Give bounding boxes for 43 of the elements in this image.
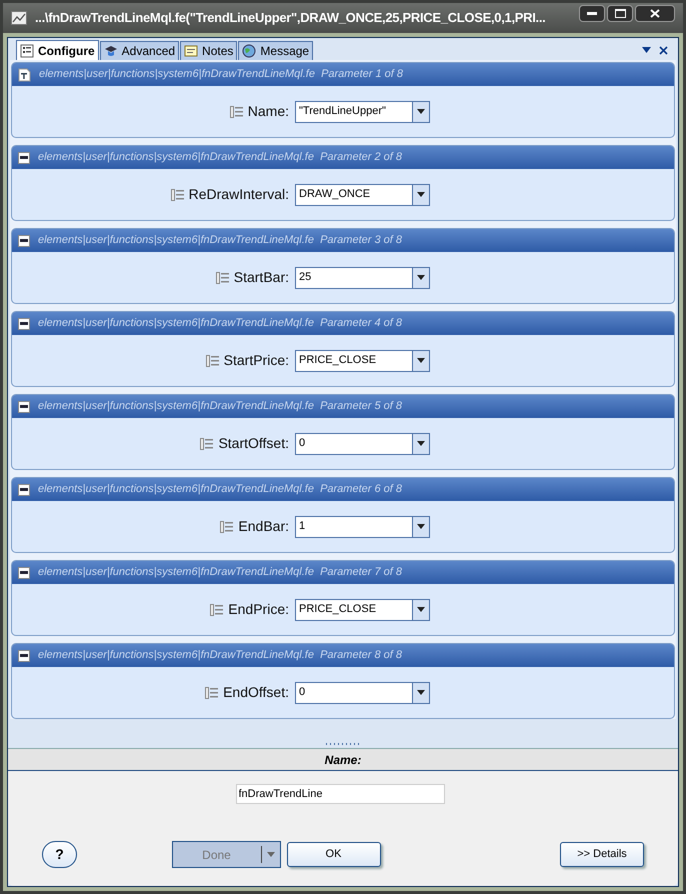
panel-header-text: elements|user|functions|system6|fnDrawTrendLineMql.fe Parameter 2 of 8 — [38, 150, 402, 166]
value-dropdown[interactable]: "TrendLineUpper" — [295, 100, 430, 122]
dropdown-value: PRICE_CLOSE — [298, 353, 378, 368]
value-dropdown[interactable]: 0 — [295, 432, 430, 454]
tab[interactable]: Advanced — [100, 41, 180, 60]
panel-header-text: elements|user|functions|system6|fnDrawTrendLineMql.fe Parameter 8 of 8 — [38, 648, 402, 664]
name-field[interactable]: fnDrawTrendLine — [236, 784, 444, 804]
parameter-label: StartOffset: — [218, 434, 289, 453]
value-dropdown[interactable]: PRICE_CLOSE — [295, 350, 430, 372]
panel-header-text: elements|user|functions|system6|fnDrawTrendLineMql.fe Parameter 6 of 8 — [38, 482, 402, 498]
value-dropdown[interactable]: 0 — [295, 682, 430, 704]
help-button[interactable]: ? — [42, 841, 77, 868]
ok-button[interactable]: OK — [286, 842, 380, 867]
tab[interactable]: Message — [238, 41, 314, 60]
parameter-label: StartBar: — [234, 268, 289, 287]
panel-header-text: elements|user|functions|system6|fnDrawTrendLineMql.fe Parameter 7 of 8 — [38, 565, 402, 580]
parameter-label: StartPrice: — [224, 351, 289, 370]
dropdown-value: 0 — [298, 685, 306, 700]
panel-header-text: elements|user|functions|system6|fnDrawTrendLineMql.fe Parameter 3 of 8 — [38, 233, 402, 248]
value-dropdown[interactable]: 1 — [295, 516, 430, 538]
tab[interactable]: Notes — [180, 41, 238, 60]
parameter-label: EndOffset: — [223, 683, 289, 702]
section-heading: Name: — [8, 749, 678, 771]
value-dropdown[interactable]: DRAW_ONCE — [295, 184, 430, 206]
done-button: Done — [172, 841, 280, 868]
parameter-label: ReDrawInterval: — [188, 185, 289, 204]
details-button[interactable]: >> Details — [560, 842, 644, 867]
panel-header-text: elements|user|functions|system6|fnDrawTrendLineMql.fe Parameter 5 of 8 — [38, 399, 402, 414]
panel-header-text: elements|user|functions|system6|fnDrawTrendLineMql.fe Parameter 1 of 8 — [39, 67, 403, 82]
dropdown-value: 0 — [298, 436, 306, 452]
dropdown-value: 25 — [298, 270, 312, 286]
parameter-label: EndPrice: — [228, 600, 289, 619]
tab[interactable]: Configure — [16, 40, 99, 60]
dropdown-value: "TrendLineUpper" — [298, 104, 387, 120]
value-dropdown[interactable]: 25 — [295, 266, 430, 288]
dropdown-value: 1 — [298, 519, 306, 534]
parameter-label: Name: — [248, 102, 289, 121]
parameter-label: EndBar: — [238, 517, 289, 536]
panel-header-text: elements|user|functions|system6|fnDrawTrendLineMql.fe Parameter 4 of 8 — [38, 316, 402, 332]
window-title: ...\fnDrawTrendLineMql.fe("TrendLineUpper",DRAW_ONCE,25,PRICE_CLOSE,0,1,PRI... — [35, 9, 546, 28]
value-dropdown[interactable]: PRICE_CLOSE — [295, 598, 430, 620]
dropdown-value: PRICE_CLOSE — [298, 602, 378, 618]
dropdown-value: DRAW_ONCE — [298, 187, 372, 202]
